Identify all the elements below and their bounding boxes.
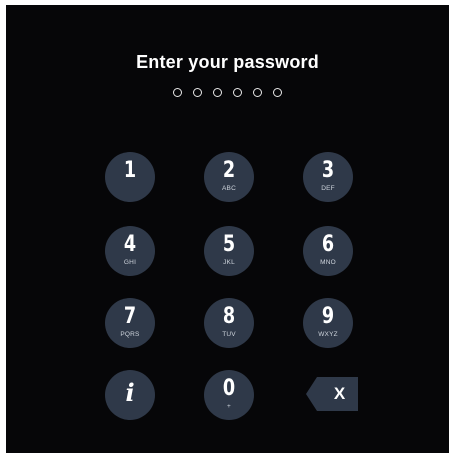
key-letters: WXYZ — [318, 331, 338, 338]
key-letters: ABC — [222, 185, 236, 192]
pin-dot — [273, 88, 282, 97]
key-digit: 5 — [222, 232, 236, 257]
pin-dot — [193, 88, 202, 97]
backspace-label: X — [333, 384, 346, 403]
key-9[interactable]: 9 WXYZ — [303, 298, 353, 348]
key-letters: + — [227, 403, 231, 410]
key-8[interactable]: 8 TUV — [204, 298, 254, 348]
key-digit: 4 — [123, 232, 137, 257]
key-letters: PQRS — [120, 331, 140, 338]
key-digit: 7 — [123, 304, 137, 329]
key-1[interactable]: 1 — [105, 152, 155, 202]
key-6[interactable]: 6 MNO — [303, 226, 353, 276]
pin-dot — [213, 88, 222, 97]
key-7[interactable]: 7 PQRS — [105, 298, 155, 348]
key-digit: 6 — [321, 232, 335, 257]
key-5[interactable]: 5 JKL — [204, 226, 254, 276]
pin-dot — [173, 88, 182, 97]
password-prompt-title: Enter your password — [136, 52, 319, 72]
key-digit: 0 — [222, 376, 236, 401]
key-letters: GHI — [123, 259, 137, 266]
key-3[interactable]: 3 DEF — [303, 152, 353, 202]
key-letters: DEF — [321, 185, 335, 192]
info-button[interactable]: i — [105, 370, 155, 420]
key-digit: 2 — [222, 158, 236, 183]
backspace-button[interactable]: X — [306, 377, 358, 411]
key-0[interactable]: 0 + — [204, 370, 254, 420]
info-icon: i — [125, 378, 135, 407]
key-4[interactable]: 4 GHI — [105, 226, 155, 276]
key-digit: 8 — [222, 304, 236, 329]
key-digit: 9 — [321, 304, 335, 329]
key-2[interactable]: 2 ABC — [204, 152, 254, 202]
key-digit: 1 — [123, 158, 137, 183]
lock-screen: Enter your password 1 2 ABC 3 DEF 4 GHI … — [6, 5, 449, 453]
pin-dot — [253, 88, 262, 97]
pin-dot — [233, 88, 242, 97]
key-letters: JKL — [223, 259, 235, 266]
pin-indicator — [6, 86, 449, 100]
key-letters: TUV — [222, 331, 236, 338]
key-digit: 3 — [321, 158, 335, 183]
key-letters: MNO — [320, 259, 336, 266]
